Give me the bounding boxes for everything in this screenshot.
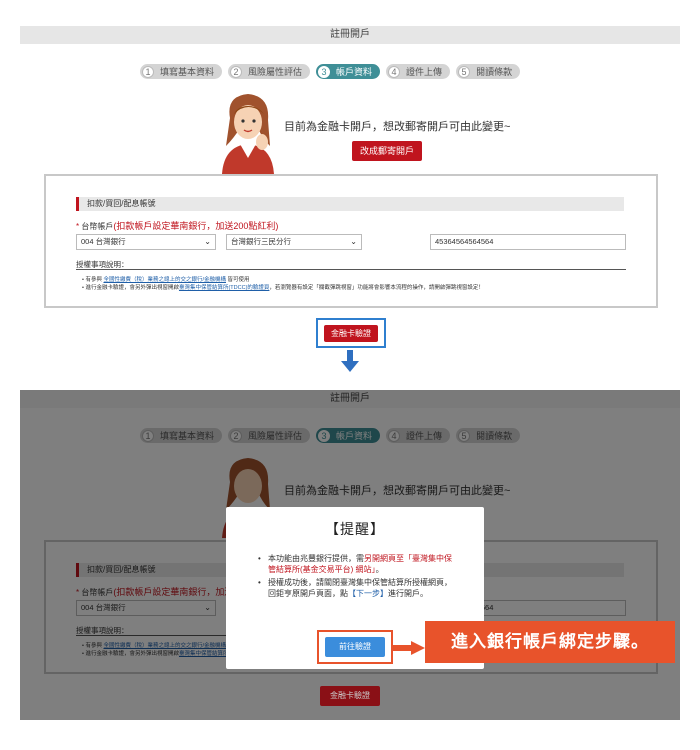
step-progress: 1 填寫基本資料 2 風險屬性評估 3 帳戶資料 4 證件上傳 5 閱讀條款	[140, 64, 521, 79]
chevron-down-icon: ⌄	[204, 237, 211, 246]
modal-item-1: • 本功能由兆豐銀行提供，需另開網頁至「臺灣集中保管結算所(基金交易平台) 網站…	[258, 554, 452, 574]
explain-bullets: • 有參與 全國性繳費（稅）業務之總上的交之銀行/金融機構 皆可使用 • 進行金…	[82, 276, 484, 292]
card-verify-button[interactable]: 金融卡驗證	[324, 325, 378, 342]
bullet-1: • 有參與 全國性繳費（稅）業務之總上的交之銀行/金融機構 皆可使用	[82, 277, 250, 283]
arrow-down-icon	[341, 350, 359, 372]
chevron-down-icon: ⌄	[350, 237, 357, 246]
account-form: 扣款/買回/配息帳號 * 台幣帳戶(扣款帳戶設定華南銀行，加送200點紅利) 0…	[44, 174, 658, 308]
step-2: 2風險屬性評估	[228, 64, 311, 79]
step-3-active: 3帳戶資料	[316, 64, 381, 79]
bullet-2: • 進行金融卡驗證，會另外彈出視窗開啟臺灣集中保管結算所(TDCC)的驗證頁，若…	[82, 285, 484, 291]
section-title: 扣款/買回/配息帳號	[76, 197, 624, 211]
modal-list: • 本功能由兆豐銀行提供，需另開網頁至「臺灣集中保管結算所(基金交易平台) 網站…	[258, 553, 458, 601]
modal-item-2: • 授權成功後，請關閉臺灣集中保管結算所授權網頁，回鉅亨原開戶頁面，點【下一步】…	[258, 578, 452, 598]
step-1: 1填寫基本資料	[140, 64, 223, 79]
account-number-input[interactable]: 45364564564564	[430, 234, 626, 250]
page-title: 註冊開戶	[20, 26, 680, 44]
go-verify-highlight-frame: 前往驗證	[317, 630, 393, 664]
bank-select[interactable]: 004 台灣銀行⌄	[76, 234, 216, 250]
callout-banner: 進入銀行帳戶綁定步驟。	[425, 621, 675, 663]
account-label: * 台幣帳戶(扣款帳戶設定華南銀行，加送200點紅利)	[76, 221, 279, 231]
modal-title: 【提醒】	[325, 521, 385, 537]
verify-highlight-frame: 金融卡驗證	[316, 318, 386, 348]
tdcc-link[interactable]: 臺灣集中保管結算所(TDCC)的驗證頁	[179, 285, 269, 291]
account-setup-screen: 註冊開戶 1 填寫基本資料 2 風險屬性評估 3 帳戶資料 4 證件上傳 5 閱讀條款 目…	[20, 26, 680, 348]
banks-link[interactable]: 全國性繳費（稅）業務之總上的交之銀行/金融機構	[103, 277, 226, 283]
notice-text: 目前為金融卡開戶，想改郵寄開戶可由此變更~	[284, 121, 511, 133]
page-title-dimmed: 註冊開戶	[20, 390, 680, 408]
card-verify-button-dimmed: 金融卡驗證	[320, 686, 380, 706]
branch-select[interactable]: 台灣銀行三民分行 ⌄	[226, 234, 362, 250]
go-verify-button[interactable]: 前往驗證	[325, 637, 385, 657]
switch-to-mail-button[interactable]: 改成郵寄開戶	[352, 141, 422, 161]
step-5: 5閱讀條款	[456, 64, 521, 79]
assistant-avatar-icon	[222, 94, 274, 174]
reminder-screen: 註冊開戶 1填寫基本資料 2風險屬性評估 3帳戶資料 4證件上傳 5閱讀條款 目…	[20, 390, 680, 720]
arrow-right-icon	[393, 641, 425, 655]
divider	[76, 269, 626, 270]
step-4: 4證件上傳	[386, 64, 451, 79]
